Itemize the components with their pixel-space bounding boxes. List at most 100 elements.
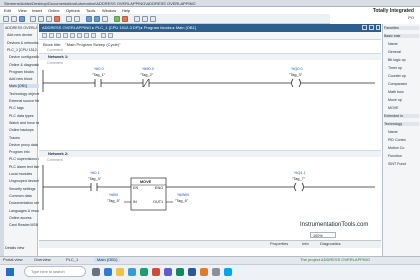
go-online-icon[interactable] [114,16,120,22]
project-tree-item[interactable]: Online & diagnostics [9,63,41,67]
details-view-toggle[interactable]: Details view [5,246,24,250]
instruction-item[interactable]: General [388,50,419,54]
project-tree-item[interactable]: Technology objects [9,92,41,96]
project-tree-item[interactable]: Online backups [9,128,41,132]
instruction-item[interactable]: Name [388,130,419,134]
delete-network-icon[interactable] [49,33,54,38]
mail-icon[interactable] [224,268,232,276]
instructions-section-header[interactable]: Technology [384,122,419,126]
undo-icon[interactable] [66,16,72,22]
instruction-item[interactable]: Math func [388,90,419,94]
move-in-tag[interactable]: "Tag_5" [107,199,120,203]
normally-open-contact-icon[interactable] [56,33,61,38]
project-tree-item[interactable]: Documentation settings [9,201,41,205]
close-branch-icon[interactable] [91,33,96,38]
instruction-item[interactable]: Name [388,42,419,46]
delete-icon[interactable] [54,16,60,22]
instruction-item[interactable]: MOVE [388,106,419,110]
project-tree-item[interactable]: PLC tags [9,106,41,110]
edge-browser-icon[interactable] [104,268,112,276]
project-tree-item[interactable]: ADDRESS OVERLAPPING [5,26,37,30]
main-ob1-tab[interactable]: Main (OB1) [94,257,121,262]
project-tree-item[interactable]: Card Reader/USB memory [9,223,41,227]
normally-closed-contact-icon[interactable] [63,33,68,38]
instructions-section-header[interactable]: Extended in [384,114,419,118]
tab-diagnostics[interactable]: Diagnostics [320,241,341,246]
plc-tab[interactable]: PLC_1 [66,257,78,262]
cut-icon[interactable] [30,16,36,22]
excel-icon[interactable] [176,268,184,276]
project-tree-item[interactable]: Traces [9,136,41,140]
project-tree-item[interactable]: PLC_1 [CPU 1512- [7,48,39,52]
tia-portal-icon[interactable] [140,268,148,276]
monitoring-icon[interactable] [101,33,106,38]
start-menu-icon[interactable] [6,268,14,276]
contact-3-tag[interactable]: "Tag_4" [88,177,101,181]
project-tree-item[interactable]: Add new device [7,33,39,37]
project-tree-item[interactable]: Watch and force ta... [9,121,41,125]
coil-2-address[interactable]: %Q4.1 [294,171,306,175]
word-icon[interactable] [188,268,196,276]
network-2-title[interactable]: Network 2: [48,151,68,156]
project-tree-item[interactable]: Ungrouped devices [9,179,41,183]
move-in-address[interactable]: %IB0 [109,193,118,197]
menu-options[interactable]: Options [66,8,80,13]
move-out-tag[interactable]: "Tag_6" [175,199,188,203]
instructions-section-header[interactable]: Favorites [384,26,419,30]
instruction-item[interactable]: Counter op [388,74,419,78]
office-icon[interactable] [152,268,160,276]
project-tree-item[interactable]: Languages & resources [9,209,41,213]
instruction-item[interactable]: Function [388,154,419,158]
copy-icon[interactable] [38,16,44,22]
project-tree-item[interactable]: Devices & networks [7,41,39,45]
network-2-comment[interactable]: Comment [47,158,63,162]
project-tree-item[interactable]: Security settings [9,187,41,191]
project-tree-item[interactable]: Add new block [9,77,41,81]
project-tree-item[interactable]: PLC data types [9,114,41,118]
project-tree-item[interactable]: Common data [9,194,41,198]
file-explorer-icon[interactable] [116,268,124,276]
project-tree-tab[interactable] [0,24,4,264]
paste-icon[interactable] [46,16,52,22]
move-out-address[interactable]: %MW0 [177,193,189,197]
stop-cpu-icon[interactable] [150,16,156,22]
instruction-item[interactable]: Timer op [388,66,419,70]
project-tree-item[interactable]: Program info [9,150,41,154]
go-offline-icon[interactable] [122,16,128,22]
project-tree-item[interactable]: PLC supervisions &... [9,157,41,161]
redo-icon[interactable] [74,16,80,22]
coil-icon[interactable] [70,33,75,38]
open-branch-icon[interactable] [84,33,89,38]
taskbar-search[interactable]: Type here to search [24,266,86,277]
network-2-header[interactable] [39,150,381,157]
project-tree-item[interactable]: External source files [9,99,41,103]
menu-window[interactable]: Window [102,8,116,13]
powerpoint-icon[interactable] [200,268,208,276]
insert-network-icon[interactable] [42,33,47,38]
menu-edit[interactable]: Edit [4,8,11,13]
tab-properties[interactable]: Properties [270,241,288,246]
project-tree-item[interactable]: Local modules [9,172,41,176]
minimize-icon[interactable] [362,25,367,30]
instruction-item[interactable]: Comparator [388,82,419,86]
zoom-icon[interactable] [108,33,113,38]
new-project-icon[interactable] [3,16,9,22]
instruction-item[interactable]: Bit logic op [388,58,419,62]
project-tree-item[interactable]: PLC alarm text lists [9,165,41,169]
tab-info[interactable]: Info [302,241,309,246]
portal-view-button[interactable]: Portal view [3,257,23,262]
coil-2-tag[interactable]: "Tag_7" [292,177,305,181]
instruction-item[interactable]: SINT Funct [388,162,419,166]
menu-view[interactable]: View [18,8,27,13]
empty-box-icon[interactable] [77,33,82,38]
task-view-icon[interactable] [92,268,100,276]
settings-icon[interactable] [212,268,220,276]
instruction-item[interactable]: PID Contro [388,138,419,142]
store-icon[interactable] [128,268,136,276]
start-cpu-icon[interactable] [142,16,148,22]
close-icon[interactable] [376,25,380,30]
project-tree-item[interactable]: Online access [9,216,41,220]
project-tree-item[interactable]: Program blocks [9,70,41,74]
menu-help[interactable]: Help [122,8,130,13]
menu-insert[interactable]: Insert [32,8,42,13]
